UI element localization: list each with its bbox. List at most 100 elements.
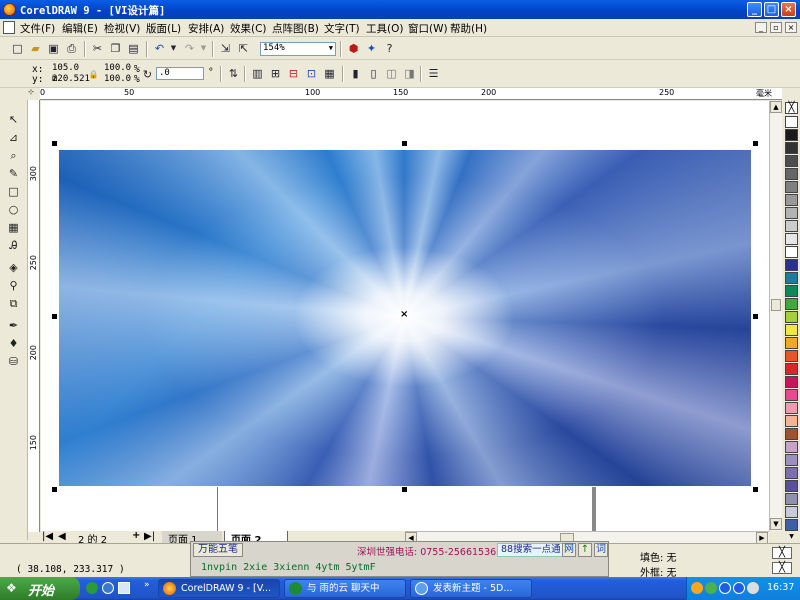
menu-edit[interactable]: 编辑(E) — [62, 21, 98, 36]
selection-handle[interactable] — [402, 141, 407, 146]
mdi-restore-button[interactable]: ▫ — [770, 22, 782, 33]
ime-net-button[interactable]: 网 — [562, 543, 576, 557]
task-chat[interactable]: 与 雨的云 聊天中 — [284, 579, 406, 598]
open-icon[interactable]: ▰ — [28, 41, 43, 56]
next-page-icon[interactable]: ▶| — [144, 531, 155, 542]
palette-swatch[interactable] — [785, 376, 798, 388]
palette-swatch[interactable] — [785, 402, 798, 414]
export-icon[interactable]: ⇱ — [236, 41, 251, 56]
zoom-dropdown-icon[interactable]: ▼ — [329, 43, 333, 54]
selection-handle[interactable] — [753, 141, 758, 146]
close-button[interactable]: × — [781, 2, 796, 17]
break-apart-icon[interactable]: ▯ — [366, 66, 381, 81]
redo-dropdown-icon[interactable]: ▼ — [196, 41, 211, 56]
mdi-close-button[interactable]: × — [785, 22, 797, 33]
eyedropper-tool-icon[interactable]: ⚲ — [4, 278, 23, 294]
scroll-down-button[interactable]: ▼ — [770, 518, 782, 530]
first-page-icon[interactable]: |◀ — [42, 531, 53, 542]
selection-handle[interactable] — [402, 487, 407, 492]
palette-swatch[interactable] — [785, 246, 798, 258]
quicklaunch-more-icon[interactable]: » — [144, 580, 150, 590]
palette-swatch[interactable] — [785, 194, 798, 206]
menu-text[interactable]: 文字(T) — [324, 21, 360, 36]
trim-icon[interactable]: ◨ — [402, 66, 417, 81]
save-icon[interactable]: ▣ — [46, 41, 61, 56]
rotation-angle-input[interactable]: .0 — [156, 67, 204, 80]
palette-swatch[interactable] — [785, 233, 798, 245]
undo-icon[interactable]: ↶ — [152, 41, 167, 56]
palette-swatch[interactable] — [785, 207, 798, 219]
quicklaunch-desktop-icon[interactable] — [118, 582, 130, 594]
palette-swatch[interactable] — [785, 506, 798, 518]
tray-volume-icon[interactable] — [747, 582, 759, 594]
drawing-canvas[interactable]: × — [41, 101, 769, 531]
scale-width-input[interactable]: 100.0 — [102, 63, 132, 74]
palette-swatch[interactable] — [785, 324, 798, 336]
palette-swatch[interactable] — [785, 454, 798, 466]
menu-arrange[interactable]: 安排(A) — [188, 21, 224, 36]
palette-swatch[interactable] — [785, 493, 798, 505]
import-icon[interactable]: ⇲ — [218, 41, 233, 56]
tray-network-icon[interactable] — [705, 582, 717, 594]
redo-icon[interactable]: ↷ — [182, 41, 197, 56]
zoom-tool-icon[interactable]: ⌕ — [4, 148, 23, 164]
palette-swatch[interactable] — [785, 142, 798, 154]
selection-handle[interactable] — [753, 487, 758, 492]
ime-word-button[interactable]: 词 — [594, 543, 608, 557]
new-icon[interactable]: □ — [10, 41, 25, 56]
menu-layout[interactable]: 版面(L) — [146, 21, 181, 36]
corel-online-icon[interactable]: ⬢ — [346, 41, 361, 56]
title-bar[interactable]: CorelDRAW 9 - [VI设计篇] _ □ × — [0, 0, 800, 19]
palette-swatch[interactable] — [785, 272, 798, 284]
interactive-fill-tool-icon[interactable]: ◈ — [4, 260, 23, 276]
rectangle-tool-icon[interactable]: □ — [4, 184, 23, 200]
scroll-up-button[interactable]: ▲ — [770, 101, 782, 113]
palette-swatch[interactable] — [785, 168, 798, 180]
task-browser[interactable]: 发表新主题 - 5D... — [410, 579, 532, 598]
mdi-minimize-button[interactable]: _ — [755, 22, 767, 33]
whats-this-icon[interactable]: ✦ — [364, 41, 379, 56]
document-icon[interactable] — [3, 21, 15, 34]
pick-tool-icon[interactable]: ↖ — [4, 112, 23, 128]
palette-swatch[interactable] — [785, 480, 798, 492]
palette-swatch[interactable] — [785, 363, 798, 375]
menu-help[interactable]: 帮助(H) — [450, 21, 487, 36]
palette-swatch[interactable] — [785, 116, 798, 128]
palette-swatch[interactable] — [785, 311, 798, 323]
add-page-icon[interactable]: + — [132, 530, 140, 541]
tray-agent-icon[interactable] — [733, 582, 745, 594]
ellipse-tool-icon[interactable]: ○ — [4, 202, 23, 218]
vertical-scrollbar[interactable]: ▲ ▼ — [769, 101, 782, 531]
menu-view[interactable]: 检视(V) — [104, 21, 140, 36]
mirror-icon[interactable]: ⇅ — [226, 66, 241, 81]
palette-swatch[interactable] — [785, 337, 798, 349]
paste-icon[interactable]: ▤ — [126, 41, 141, 56]
shape-tool-icon[interactable]: ⊿ — [4, 130, 23, 146]
minimize-button[interactable]: _ — [747, 2, 762, 17]
palette-swatch[interactable] — [785, 350, 798, 362]
ime-search-button[interactable]: 88搜索一点通 — [497, 543, 565, 557]
tray-messenger-icon[interactable] — [719, 582, 731, 594]
palette-swatch[interactable] — [785, 259, 798, 271]
palette-swatch[interactable] — [785, 389, 798, 401]
wrap-text-icon[interactable]: ▥ — [250, 66, 265, 81]
selection-handle[interactable] — [52, 487, 57, 492]
tray-clock[interactable]: 16:37 — [767, 582, 794, 593]
copy-icon[interactable]: ❐ — [108, 41, 123, 56]
x-position-input[interactable]: 105.0 m — [50, 63, 86, 84]
ime-toolbar[interactable]: 万能五笔 深圳世强电话: 0755-25661536 88搜索一点通 网 ↑ 词… — [190, 541, 609, 577]
vertical-scroll-thumb[interactable] — [771, 299, 781, 311]
combine-icon[interactable]: ▮ — [348, 66, 363, 81]
palette-swatch[interactable] — [785, 428, 798, 440]
ruler-origin[interactable]: ⊹ — [28, 88, 40, 100]
outline-tool-icon[interactable]: ✒ — [4, 318, 23, 334]
fill-swatch-none-icon[interactable]: ╳ — [772, 547, 792, 559]
ime-arrow-button[interactable]: ↑ — [578, 543, 592, 557]
help-icon[interactable]: ? — [382, 41, 397, 56]
palette-swatch[interactable] — [785, 519, 798, 531]
ime-mode-button[interactable]: 万能五笔 — [193, 543, 243, 557]
selection-handle[interactable] — [753, 314, 758, 319]
polygon-tool-icon[interactable]: ▦ — [4, 220, 23, 236]
group-icon[interactable]: ⊡ — [304, 66, 319, 81]
align-icon[interactable]: ☰ — [426, 66, 441, 81]
